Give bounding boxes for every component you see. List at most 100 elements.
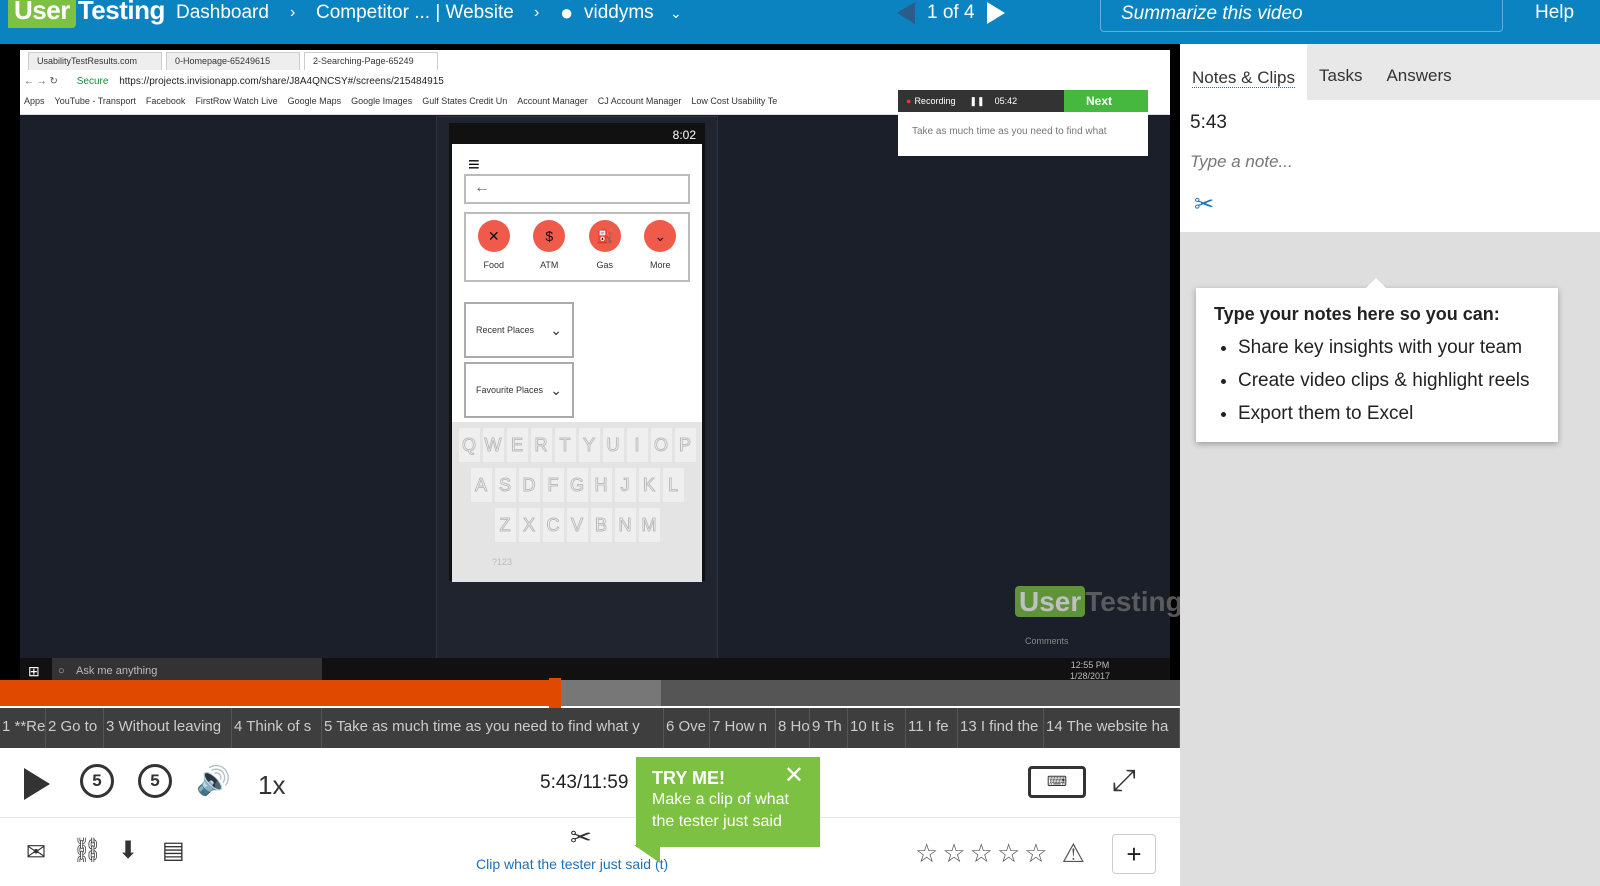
- scrubber-handle[interactable]: [548, 678, 561, 710]
- star-icon[interactable]: ☆: [1024, 838, 1047, 869]
- email-icon[interactable]: ✉: [26, 838, 46, 867]
- task-segment[interactable]: 14 The website ha: [1044, 708, 1180, 748]
- video-player[interactable]: UsabilityTestResults.com 0-Homepage-6524…: [0, 44, 1200, 696]
- task-segment[interactable]: 11 I fe: [906, 708, 958, 748]
- forward-5-button[interactable]: 5: [138, 764, 172, 798]
- url-text: https://projects.invisionapp.com/share/J…: [119, 76, 444, 87]
- atm-icon: $: [533, 220, 566, 252]
- task-segment[interactable]: 8 Ho: [776, 708, 810, 748]
- keyboard-shortcuts-icon[interactable]: ⌨: [1028, 766, 1086, 798]
- comments-toggle: Comments: [1025, 636, 1069, 646]
- help-link[interactable]: Help: [1535, 0, 1574, 26]
- chevron-down-icon: ⌄: [550, 322, 562, 338]
- task-segment[interactable]: 3 Without leaving: [104, 708, 232, 748]
- chevron-down-icon[interactable]: ⌄: [670, 0, 682, 26]
- keyboard-key: S: [494, 468, 516, 502]
- task-segment[interactable]: 5 Take as much time as you need to find …: [322, 708, 664, 748]
- task-segment[interactable]: 10 It is: [848, 708, 906, 748]
- usertesting-logo[interactable]: User Testing: [8, 0, 165, 28]
- watermark-user: User: [1015, 586, 1086, 617]
- star-icon[interactable]: ☆: [915, 838, 938, 869]
- warning-icon[interactable]: ⚠: [1062, 838, 1085, 869]
- chevron-right-icon: ›: [534, 4, 540, 21]
- keyboard-key: C: [542, 508, 564, 542]
- keyboard-key: A: [470, 468, 492, 502]
- volume-icon[interactable]: 🔊: [196, 764, 231, 797]
- breadcrumb-tester[interactable]: viddyms: [584, 0, 654, 26]
- tab-tasks[interactable]: Tasks: [1307, 66, 1374, 100]
- usertesting-watermark: User Testing: [1015, 586, 1183, 618]
- bookmark: FirstRow Watch Live: [195, 96, 278, 106]
- forward-seconds: 5: [150, 771, 160, 790]
- video-progress-bar[interactable]: [0, 678, 1180, 710]
- recorded-screen: UsabilityTestResults.com 0-Homepage-6524…: [20, 50, 1183, 696]
- recent-places-dropdown: Recent Places ⌄: [464, 302, 574, 358]
- breadcrumb-dashboard[interactable]: Dashboard: [176, 0, 269, 26]
- system-clock: 12:55 PM 1/28/2017: [1070, 660, 1110, 682]
- star-icon[interactable]: ☆: [997, 838, 1020, 869]
- note-input[interactable]: Type a note...: [1190, 152, 1590, 172]
- link-icon[interactable]: ⛓: [72, 836, 102, 865]
- category-label: More: [649, 260, 671, 270]
- star-icon[interactable]: ☆: [970, 838, 993, 869]
- bookmark: Low Cost Usability Te: [691, 96, 778, 106]
- dropdown-label: Recent Places: [476, 325, 535, 335]
- rewind-5-button[interactable]: 5: [80, 764, 114, 798]
- top-bar: User Testing Dashboard › Competitor ... …: [0, 0, 1600, 44]
- browser-tab: 2-Searching-Page-65249: [304, 52, 438, 70]
- recording-label: Recording: [914, 96, 956, 106]
- star-icon[interactable]: ☆: [942, 838, 965, 869]
- task-segment[interactable]: 4 Think of s: [232, 708, 322, 748]
- close-icon[interactable]: ✕: [784, 764, 804, 788]
- speed-button[interactable]: 1x: [258, 770, 285, 801]
- keyboard-key: O: [650, 428, 672, 462]
- keyboard-key: T: [554, 428, 576, 462]
- keyboard-key: H: [590, 468, 612, 502]
- keyboard-key: F: [542, 468, 564, 502]
- breadcrumb-study[interactable]: Competitor ... | Website: [316, 0, 514, 26]
- browser-tab: 0-Homepage-65249615: [166, 52, 300, 70]
- transcript-icon[interactable]: ▤: [162, 836, 185, 865]
- back-arrow-icon: ←: [474, 179, 490, 196]
- keyboard-key: Q: [458, 428, 480, 462]
- record-dot-icon: ●: [906, 96, 912, 106]
- task-segment[interactable]: 6 Ove: [664, 708, 710, 748]
- category-label: ATM: [540, 260, 559, 270]
- add-button[interactable]: +: [1112, 834, 1156, 874]
- play-button[interactable]: [24, 768, 50, 800]
- clip-icon[interactable]: ✂: [570, 822, 592, 853]
- keyboard-key: R: [530, 428, 552, 462]
- phone-search-field: ←: [464, 174, 690, 204]
- keyboard-key: P: [674, 428, 696, 462]
- clip-scissors-icon[interactable]: ✂: [1194, 190, 1214, 219]
- bottom-toolbar: ✉ ⛓ ⬇ ▤ ✂ Clip what the tester just said…: [0, 818, 1180, 886]
- chevron-down-icon: ⌄: [550, 382, 562, 398]
- category-row: ✕ Food $ ATM ⛽ Gas ⌄ More: [464, 212, 690, 282]
- bookmark: YouTube - Transport: [54, 96, 136, 106]
- category-label: Food: [483, 260, 504, 270]
- notes-panel: Notes & Clips Tasks Answers 5:43 Type a …: [1180, 44, 1600, 886]
- task-segment[interactable]: 1 **Re: [0, 708, 46, 748]
- nav-arrows-icon: ← → ↻: [24, 76, 58, 87]
- notes-tip: Type your notes here so you can: Share k…: [1196, 278, 1558, 442]
- bookmark: Gulf States Credit Un: [422, 96, 508, 106]
- download-icon[interactable]: ⬇: [118, 836, 138, 865]
- try-me-body: Make a clip of what the tester just said: [652, 791, 789, 830]
- fullscreen-icon[interactable]: ⤢: [1112, 764, 1136, 798]
- task-segment[interactable]: 9 Th: [810, 708, 848, 748]
- fork-knife-icon: ✕: [477, 220, 510, 252]
- user-icon: ●: [560, 0, 574, 25]
- next-video-button[interactable]: [986, 2, 1005, 24]
- tab-notes-clips[interactable]: Notes & Clips: [1180, 44, 1307, 100]
- keyboard-key: G: [566, 468, 588, 502]
- address-bar: ← → ↻ Secure https://projects.invisionap…: [20, 72, 1170, 92]
- task-segment[interactable]: 7 How n: [710, 708, 776, 748]
- panel-tabs: Notes & Clips Tasks Answers: [1180, 44, 1600, 100]
- bookmarks-bar: Apps YouTube - Transport Facebook FirstR…: [24, 96, 904, 106]
- task-segment[interactable]: 2 Go to: [46, 708, 104, 748]
- tab-answers[interactable]: Answers: [1374, 66, 1463, 100]
- task-segment[interactable]: 13 I find the: [958, 708, 1044, 748]
- summarize-input[interactable]: Summarize this video: [1100, 0, 1503, 32]
- previous-video-button[interactable]: [897, 2, 915, 24]
- dropdown-label: Favourite Places: [476, 385, 544, 395]
